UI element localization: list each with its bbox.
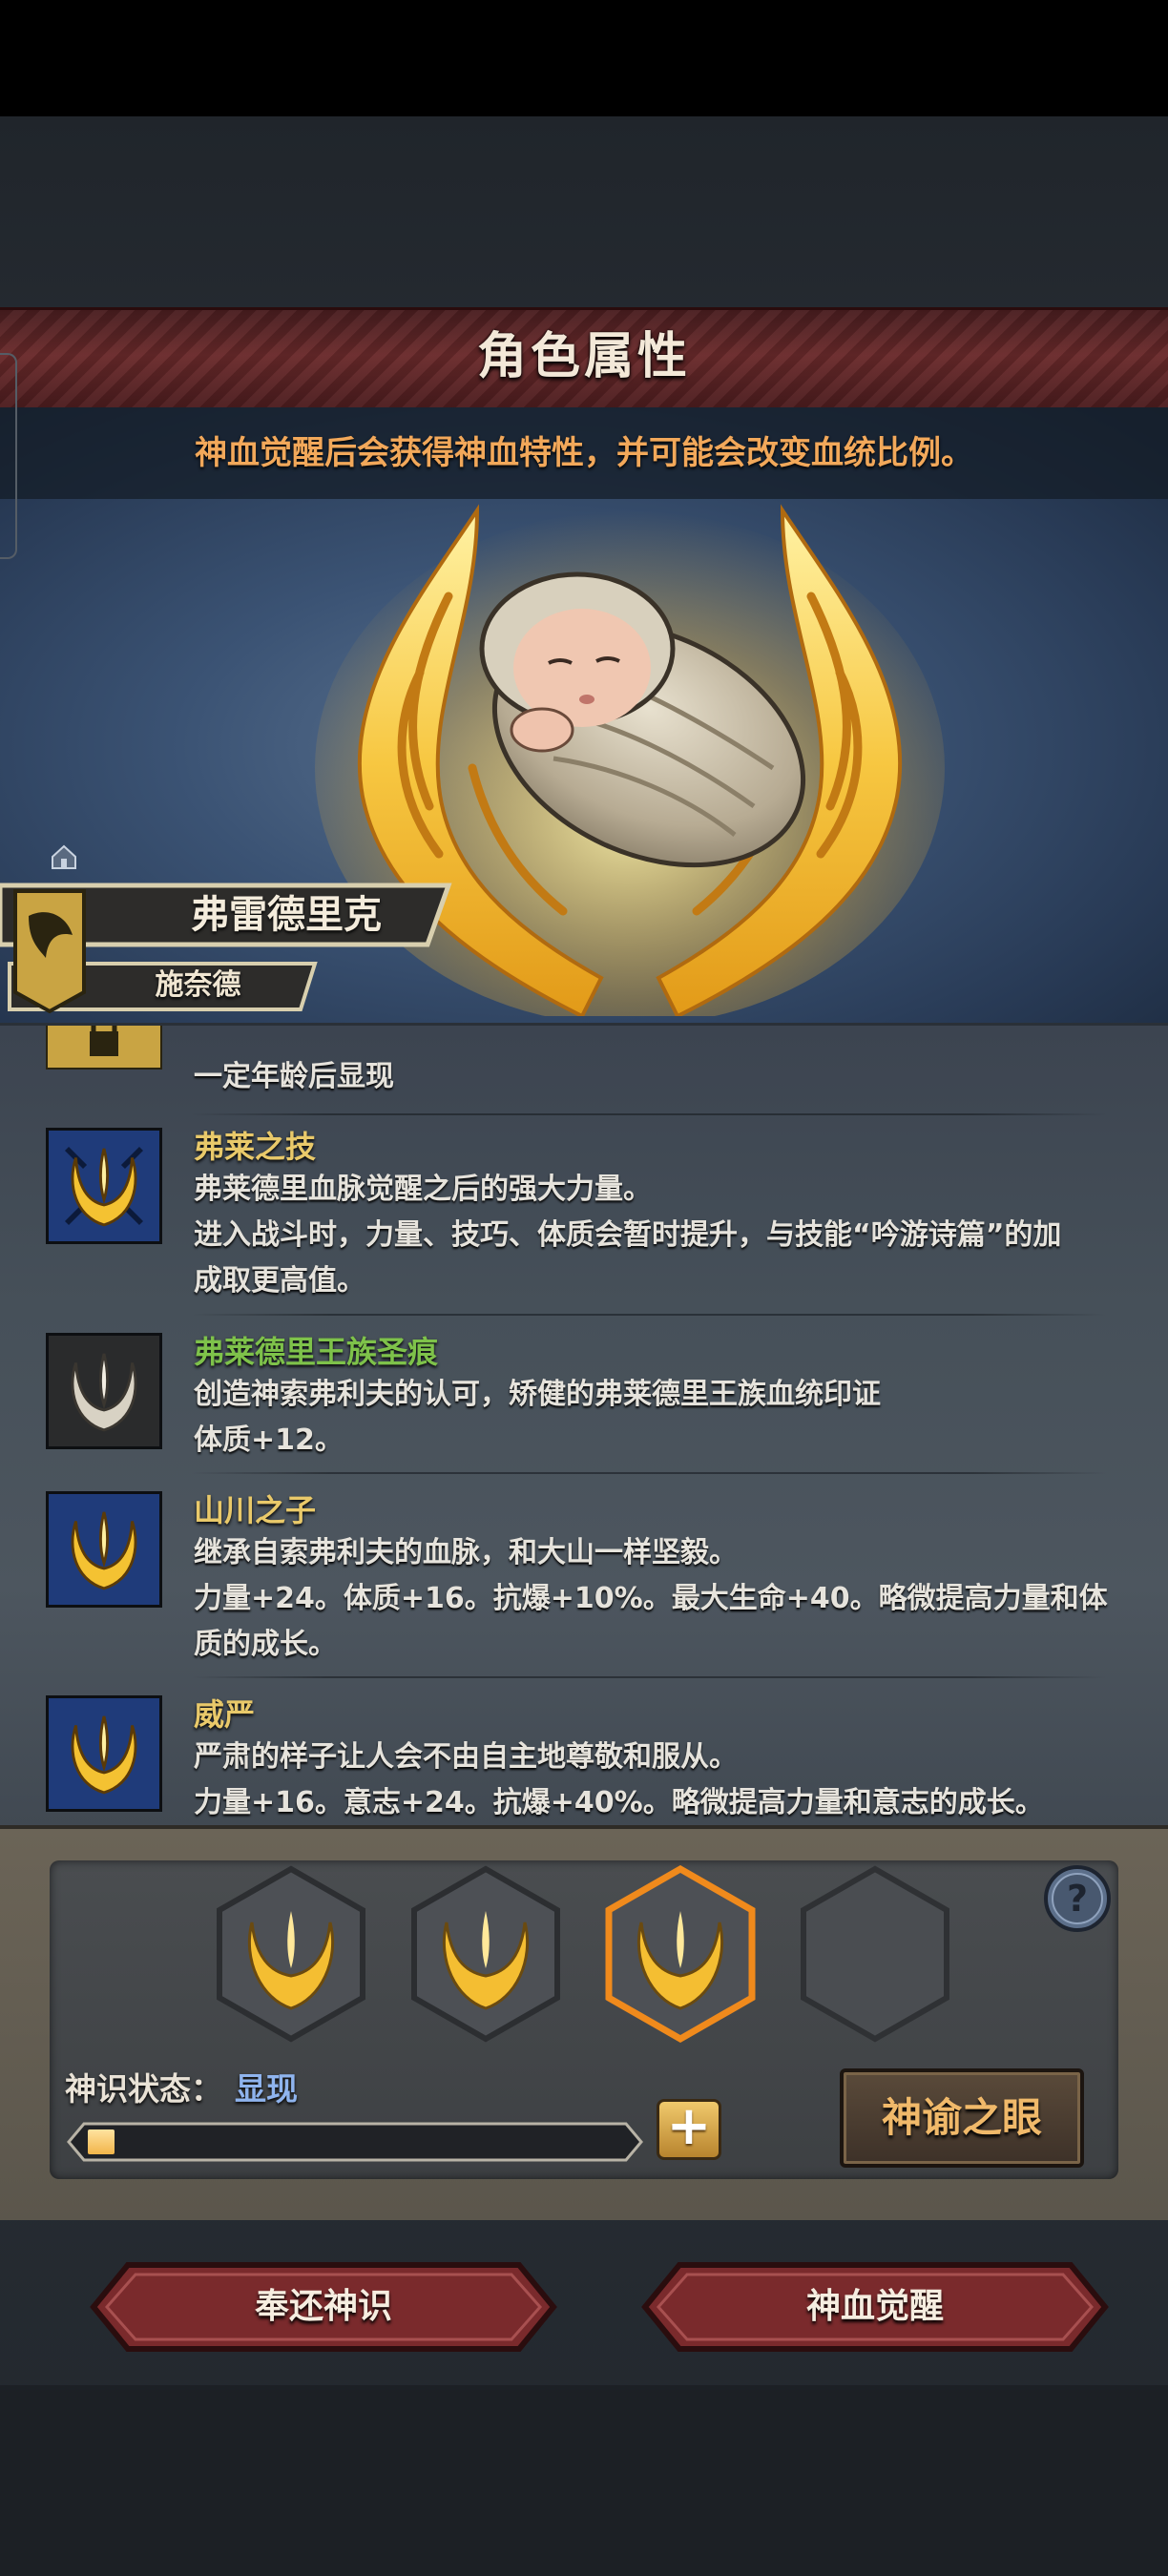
trait-4-description: 严肃的样子让人会不由自主地尊敬和服从。 力量+16。意志+24。抗爆+40%。略… [194,1740,1044,1819]
bloodline-slot-4-empty[interactable] [798,1865,952,2043]
trait-1-description: 弗莱德里血脉觉醒之后的强大力量。 进入战斗时，力量、技巧、体质会暂时提升，与技能… [194,1173,1062,1298]
bloodline-slot-3-selected[interactable] [603,1865,758,2043]
bloodline-slot-2[interactable] [408,1865,563,2043]
trait-3-name: 山川之子 [194,1492,317,1528]
silver-crest-icon [46,1333,162,1449]
divine-sense-progress-bar [67,2122,643,2162]
trait-2-description: 创造神索弗利夫的认可，矫健的弗莱德里王族血统印证 体质+12。 [194,1378,881,1457]
trait-3-description: 继承自索弗利夫的血脉，和大山一样坚毅。 力量+24。体质+16。抗爆+10%。最… [194,1536,1108,1661]
divine-sense-value: 显现 [235,2070,298,2108]
return-sense-label[interactable]: 奉还神识 [90,2259,557,2355]
divine-sense-label: 神识状态： [65,2070,222,2108]
gold-crest-icon [46,1128,162,1244]
trait-4-name: 威严 [194,1696,256,1733]
gold-crest-icon [46,1695,162,1812]
trait-0-description: 一定年龄后显现 [194,1060,394,1093]
lock-icon [46,1026,162,1070]
hero-family: 施奈德 [155,968,241,1002]
page-title: 角色属性 [476,328,691,385]
progress-fill [88,2129,115,2154]
awakening-tip: 神血觉醒后会获得神血特性，并可能会改变血统比例。 [195,434,973,472]
oracle-eye-label[interactable]: 神谕之眼 [840,2068,1084,2168]
trait-2-name: 弗莱德里王族圣痕 [194,1334,439,1370]
blood-awaken-label[interactable]: 神血觉醒 [641,2259,1109,2355]
question-icon: ? [1067,1878,1088,1920]
bottom-band [0,2385,1168,2576]
side-tab[interactable] [0,353,17,559]
house-icon [52,844,76,869]
help-button[interactable]: ? [1042,1863,1113,1934]
hero-name: 弗雷德里克 [191,893,382,937]
trait-1-name: 弗莱之技 [194,1129,317,1165]
add-button[interactable]: + [657,2099,721,2160]
gold-crest-icon [46,1491,162,1608]
trait-list[interactable]: 一定年龄后显现 弗莱之技 弗莱德里血脉觉醒之后的强大力量。 进入战斗时，力量、技… [0,1026,1168,1827]
bloodline-slot-1[interactable] [214,1865,368,2043]
